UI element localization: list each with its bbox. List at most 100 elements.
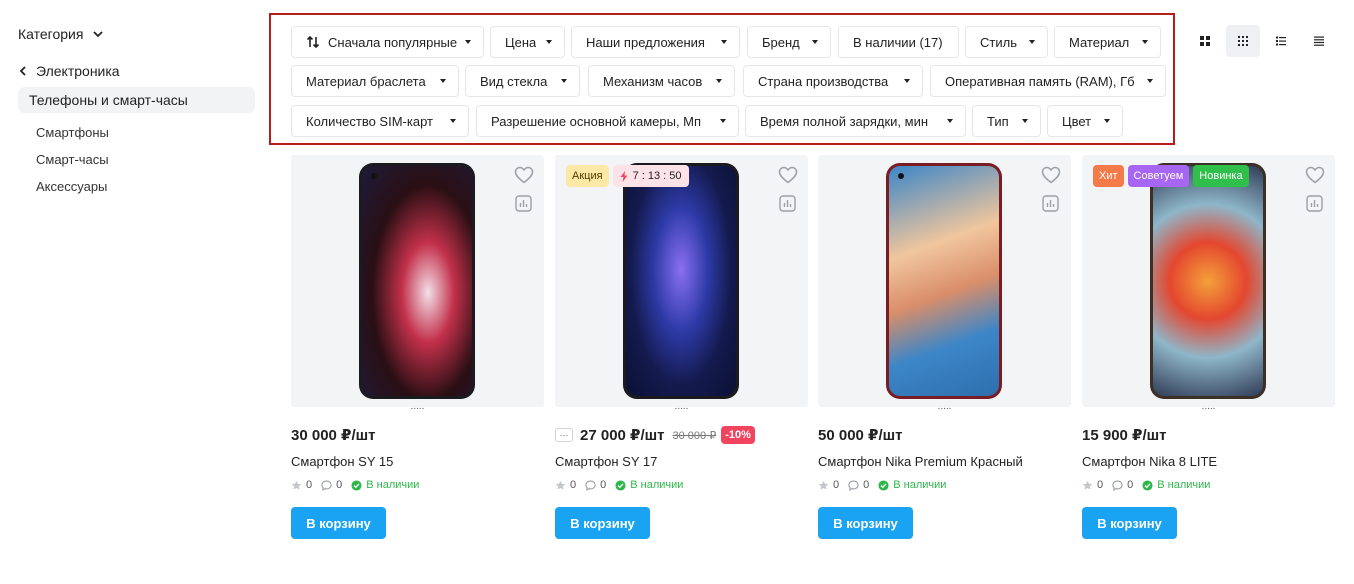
add-to-cart-button[interactable]: В корзину <box>555 507 650 539</box>
reviews: 0 <box>1112 479 1133 491</box>
compare-icon[interactable] <box>1306 195 1323 212</box>
check-circle-icon <box>878 479 889 491</box>
caret-down-icon <box>1022 119 1028 123</box>
product-badge: Акция <box>566 165 609 187</box>
subcategory-accessories[interactable]: Аксессуары <box>36 180 255 207</box>
chip-label: Механизм часов <box>603 73 703 89</box>
filter-color[interactable]: Цвет <box>1047 105 1123 137</box>
price-row: ··· 27 000 ₽/шт 30 000 ₽ -10% <box>555 425 808 445</box>
grid-large-icon <box>1200 36 1210 46</box>
product-image[interactable]: Хит Советуем Новинка <box>1082 155 1335 407</box>
caret-down-icon <box>561 79 567 83</box>
list-icon <box>1276 36 1286 46</box>
view-list-compact[interactable] <box>1302 25 1336 57</box>
product-price: 15 900 ₽/шт <box>1082 427 1167 444</box>
chip-label: Оперативная память (RAM), Гб <box>945 73 1135 89</box>
check-circle-icon <box>351 479 362 491</box>
product-card[interactable]: ..... 50 000 ₽/шт Смартфон Nika Premium … <box>818 155 1071 539</box>
chip-label: Количество SIM-карт <box>306 113 433 129</box>
product-card[interactable]: Хит Советуем Новинка ..... 15 900 ₽/шт Сма… <box>1082 155 1335 539</box>
check-circle-icon <box>615 479 626 491</box>
subcategory-list: Смартфоны Смарт-часы Аксессуары <box>18 126 255 207</box>
sidebar: Категория Электроника Телефоны и смарт-ч… <box>18 24 255 207</box>
filter-brand[interactable]: Бренд <box>747 26 831 58</box>
sort-dropdown[interactable]: Сначала популярные <box>291 26 484 58</box>
product-image[interactable]: Акция 7 : 13 : 50 <box>555 155 808 407</box>
product-title[interactable]: Смартфон Nika Premium Красный <box>818 454 1071 472</box>
chip-label: Стиль <box>980 34 1017 50</box>
caret-down-icon <box>720 119 726 123</box>
product-card[interactable]: Акция 7 : 13 : 50 ..... ··· 27 000 ₽/шт 30 … <box>555 155 808 539</box>
caret-down-icon <box>721 40 727 44</box>
filter-camera-resolution[interactable]: Разрешение основной камеры, Мп <box>476 105 739 137</box>
back-to-electronics[interactable]: Электроника <box>18 61 255 81</box>
filter-charge-time[interactable]: Время полной зарядки, мин <box>745 105 966 137</box>
caret-down-icon <box>1104 119 1110 123</box>
add-to-cart-button[interactable]: В корзину <box>1082 507 1177 539</box>
lightning-icon <box>620 170 628 182</box>
product-price: 27 000 ₽/шт <box>580 427 665 444</box>
product-price: 30 000 ₽/шт <box>291 427 376 444</box>
view-tile-small[interactable] <box>1226 25 1260 57</box>
product-image[interactable] <box>291 155 544 407</box>
filter-style[interactable]: Стиль <box>965 26 1048 58</box>
comment-icon <box>585 480 596 491</box>
badge-group: Хит Советуем Новинка <box>1093 165 1249 187</box>
heart-icon[interactable] <box>778 166 798 184</box>
compare-icon[interactable] <box>779 195 796 212</box>
caret-down-icon <box>1147 79 1153 83</box>
compare-icon[interactable] <box>515 195 532 212</box>
star-icon <box>291 480 302 490</box>
filter-sim-count[interactable]: Количество SIM-карт <box>291 105 469 137</box>
product-image[interactable] <box>818 155 1071 407</box>
back-label: Электроника <box>36 63 120 79</box>
category-toggle[interactable]: Категория <box>18 24 255 44</box>
product-title[interactable]: Смартфон Nika 8 LITE <box>1082 454 1335 472</box>
stock-status: В наличии <box>615 479 683 491</box>
filter-type[interactable]: Тип <box>972 105 1041 137</box>
stock-status: В наличии <box>351 479 419 491</box>
filter-price[interactable]: Цена <box>490 26 565 58</box>
filter-offers[interactable]: Наши предложения <box>571 26 740 58</box>
view-list[interactable] <box>1264 25 1298 57</box>
filter-country[interactable]: Страна производства <box>743 65 923 97</box>
filter-watch-mechanism[interactable]: Механизм часов <box>588 65 735 97</box>
filter-panel: Сначала популярные Цена Наши предложения… <box>269 13 1175 145</box>
filter-in-stock[interactable]: В наличии (17) <box>838 26 959 58</box>
view-tile-large[interactable] <box>1188 25 1222 57</box>
product-title[interactable]: Смартфон SY 17 <box>555 454 808 472</box>
compare-icon[interactable] <box>1042 195 1059 212</box>
chip-label: Тип <box>987 113 1009 129</box>
product-badge: Хит <box>1093 165 1124 187</box>
chip-label: Страна производства <box>758 73 889 89</box>
heart-icon[interactable] <box>1041 166 1061 184</box>
subcategory-smartphones[interactable]: Смартфоны <box>36 126 255 153</box>
product-title[interactable]: Смартфон SY 15 <box>291 454 544 472</box>
add-to-cart-button[interactable]: В корзину <box>291 507 386 539</box>
old-price: 30 000 ₽ <box>672 429 717 442</box>
comment-icon <box>1112 480 1123 491</box>
caret-down-icon <box>546 40 552 44</box>
caret-down-icon <box>716 79 722 83</box>
check-circle-icon <box>1142 479 1153 491</box>
chip-label: Материал <box>1069 34 1130 50</box>
product-meta: 0 0 В наличии <box>1082 478 1335 492</box>
filter-material[interactable]: Материал <box>1054 26 1161 58</box>
comment-icon <box>321 480 332 491</box>
heart-icon[interactable] <box>514 166 534 184</box>
product-card[interactable]: ..... 30 000 ₽/шт Смартфон SY 15 0 0 В н… <box>291 155 544 539</box>
filter-glass-type[interactable]: Вид стекла <box>465 65 580 97</box>
caret-down-icon <box>812 40 818 44</box>
sidebar-item-phones-watches[interactable]: Телефоны и смарт-часы <box>18 87 255 113</box>
product-meta: 0 0 В наличии <box>555 478 808 492</box>
filter-bracelet-material[interactable]: Материал браслета <box>291 65 459 97</box>
product-price: 50 000 ₽/шт <box>818 427 903 444</box>
heart-icon[interactable] <box>1305 166 1325 184</box>
phone-photo <box>623 163 739 399</box>
product-badge: Новинка <box>1193 165 1249 187</box>
subcategory-smartwatches[interactable]: Смарт-часы <box>36 153 255 180</box>
filter-ram[interactable]: Оперативная память (RAM), Гб <box>930 65 1166 97</box>
more-options-icon[interactable]: ··· <box>555 428 573 442</box>
chip-label: В наличии (17) <box>853 34 943 50</box>
add-to-cart-button[interactable]: В корзину <box>818 507 913 539</box>
